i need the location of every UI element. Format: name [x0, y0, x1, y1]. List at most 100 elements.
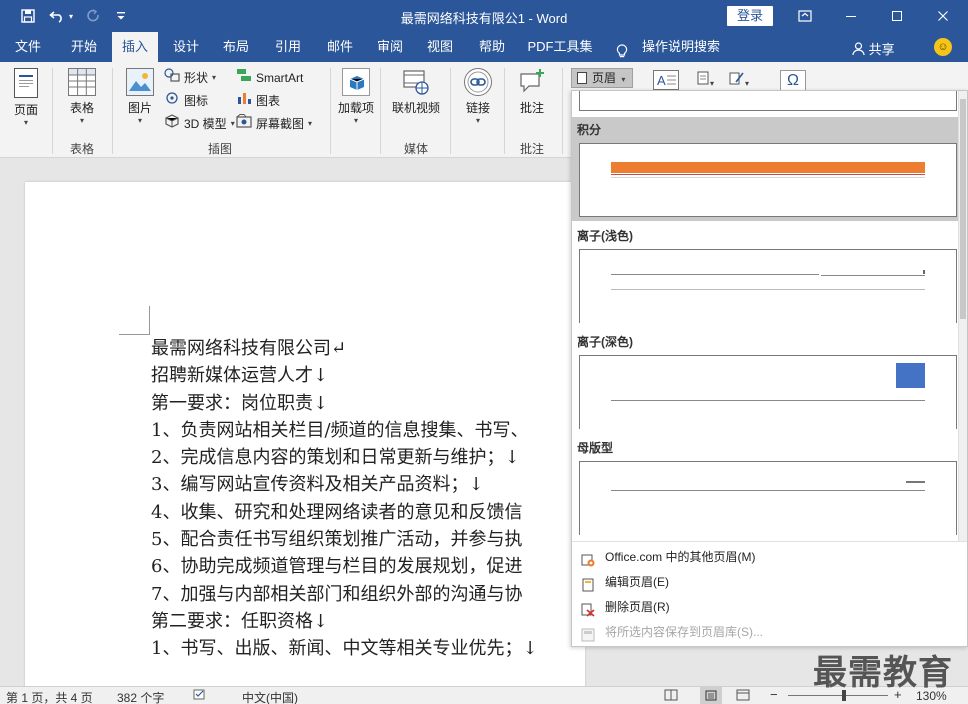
table-label: 表格: [69, 101, 94, 115]
gallery-item-title: 离子(浅色): [577, 229, 633, 243]
print-layout-icon[interactable]: [700, 687, 722, 704]
gallery-scroll-thumb[interactable]: [960, 99, 966, 319]
picture-button[interactable]: 图片 ▾: [120, 68, 160, 125]
share-button[interactable]: 共享: [852, 39, 895, 59]
ribbon-separator: [52, 68, 53, 154]
doc-line[interactable]: 第一要求：岗位职责↓: [151, 390, 591, 417]
doc-line[interactable]: 招聘新媒体运营人才↓: [151, 362, 591, 389]
signature-line-button[interactable]: ▾: [724, 70, 754, 89]
maximize-icon[interactable]: [874, 0, 920, 32]
chart-button[interactable]: 图表: [236, 91, 280, 111]
smiley-feedback-icon[interactable]: ☺: [934, 38, 952, 56]
tab-insert[interactable]: 插入: [112, 32, 158, 62]
addins-button[interactable]: 加载项 ▾: [336, 68, 376, 125]
tab-design[interactable]: 设计: [164, 32, 208, 62]
proofing-icon[interactable]: [193, 689, 207, 704]
comment-label: 批注: [519, 101, 544, 115]
picture-icon: [126, 68, 154, 96]
screenshot-button[interactable]: 屏幕截图 ▾: [236, 114, 312, 134]
tables-group-label: 表格: [69, 142, 94, 156]
redo-icon: [82, 6, 104, 26]
doc-line[interactable]: 5、配合责任书写组织策划推广活动，并参与执: [151, 526, 591, 553]
save-icon[interactable]: [17, 6, 39, 26]
signature-icon: [729, 72, 745, 89]
svg-text:A: A: [657, 73, 666, 88]
online-video-icon: [402, 68, 430, 96]
comment-button[interactable]: 批注: [512, 68, 552, 116]
more-headers-office-com[interactable]: Office.com 中的其他页眉(M): [572, 545, 967, 570]
textbox-icon: A: [653, 70, 679, 90]
zoom-out-icon[interactable]: −: [770, 687, 778, 702]
share-label: 共享: [868, 42, 895, 57]
gallery-item-ion-dark[interactable]: 离子(深色): [572, 329, 958, 433]
edit-header[interactable]: 编辑页眉(E): [572, 570, 967, 595]
doc-line[interactable]: 7、加强与内部相关部门和组织外部的沟通与协: [151, 581, 591, 608]
tab-view[interactable]: 视图: [418, 32, 462, 62]
links-button[interactable]: 链接 ▾: [458, 68, 498, 125]
doc-line[interactable]: 1、书写、出版、新闻、中文等相关专业优先；↓: [151, 635, 591, 662]
tell-me-search[interactable]: 操作说明搜索: [614, 32, 730, 62]
quick-parts-icon: [696, 71, 710, 89]
tab-review[interactable]: 审阅: [368, 32, 412, 62]
document-page[interactable]: 最需网络科技有限公司↵ 招聘新媒体运营人才↓ 第一要求：岗位职责↓ 1、负责网站…: [25, 182, 585, 702]
doc-line[interactable]: 1、负责网站相关栏目/频道的信息搜集、书写、: [151, 417, 591, 444]
tab-help[interactable]: 帮助: [470, 32, 514, 62]
shapes-button[interactable]: 形状 ▾: [164, 68, 216, 88]
language-indicator[interactable]: 中文(中国): [242, 689, 298, 704]
pages-button[interactable]: 页面 ▾: [6, 68, 46, 127]
tab-layout[interactable]: 布局: [214, 32, 258, 62]
tab-references[interactable]: 引用: [266, 32, 310, 62]
tab-pdf-tools[interactable]: PDF工具集: [524, 32, 596, 62]
gallery-item-ion-light[interactable]: 离子(浅色): [572, 223, 958, 327]
screenshot-label: 屏幕截图: [256, 117, 305, 131]
tab-home[interactable]: 开始: [58, 32, 110, 62]
online-video-label: 联机视频: [391, 101, 440, 115]
delete-header[interactable]: 删除页眉(R): [572, 595, 967, 620]
doc-line[interactable]: 2、完成信息内容的策划和日常更新与维护；↓: [151, 444, 591, 471]
gallery-scrollbar[interactable]: [958, 91, 967, 541]
minimize-icon[interactable]: [828, 0, 874, 32]
footer-item-label: 删除页眉(R): [605, 600, 670, 614]
links-label: 链接: [465, 101, 490, 115]
link-icon: [464, 68, 492, 96]
undo-dropdown-icon[interactable]: ▾: [65, 6, 77, 26]
word-count[interactable]: 382 个字: [117, 689, 164, 704]
gallery-item-integral[interactable]: 积分: [572, 117, 958, 221]
office-icon: [581, 551, 595, 567]
title-bar: ▾ 最需网络科技有限公1 - Word 登录: [0, 0, 968, 32]
header-dropdown-button[interactable]: 页眉 ▾: [571, 68, 633, 88]
doc-line[interactable]: 最需网络科技有限公司↵: [151, 335, 591, 362]
doc-line[interactable]: 第二要求：任职资格↓: [151, 608, 591, 635]
ribbon-separator: [504, 68, 505, 154]
doc-line[interactable]: 4、收集、研究和处理网络读者的意见和反馈信: [151, 499, 591, 526]
doc-line[interactable]: 6、协助完成频道管理与栏目的发展规划，促进: [151, 553, 591, 580]
login-button[interactable]: 登录: [727, 6, 773, 26]
gallery-item-master[interactable]: 母版型: [572, 435, 958, 539]
close-icon[interactable]: [920, 0, 966, 32]
customize-qat-icon[interactable]: [110, 6, 132, 26]
save-selection-to-header-gallery: 将所选内容保存到页眉库(S)...: [572, 620, 967, 645]
screenshot-icon: [236, 114, 252, 134]
delete-header-icon: [581, 601, 595, 617]
ribbon-display-icon[interactable]: [782, 0, 828, 32]
gallery-thumbnail[interactable]: [579, 91, 957, 111]
doc-line[interactable]: 3、编写网站宣传资料及相关产品资料；↓: [151, 471, 591, 498]
document-body[interactable]: 最需网络科技有限公司↵ 招聘新媒体运营人才↓ 第一要求：岗位职责↓ 1、负责网站…: [151, 335, 591, 663]
zoom-slider[interactable]: [788, 695, 888, 696]
table-button[interactable]: 表格 ▾: [62, 68, 102, 125]
quick-parts-button[interactable]: ▾: [694, 70, 716, 89]
person-icon: [852, 42, 865, 59]
3d-model-button[interactable]: 3D 模型 ▾: [164, 114, 235, 134]
header-gallery: 积分 离子(浅色) 离子(深色) 母版型 Office.com 中的其他页眉(M…: [571, 90, 968, 647]
web-layout-icon[interactable]: [736, 689, 750, 704]
smartart-button[interactable]: SmartArt: [236, 68, 303, 88]
smartart-icon: [236, 68, 252, 88]
page-count[interactable]: 第 1 页，共 4 页: [6, 689, 93, 704]
comment-icon: [518, 68, 546, 96]
read-mode-icon[interactable]: [664, 689, 678, 704]
tab-mailings[interactable]: 邮件: [318, 32, 362, 62]
pages-label: 页面: [13, 103, 38, 117]
icons-button[interactable]: 图标: [164, 91, 208, 111]
online-video-button[interactable]: 联机视频: [388, 68, 444, 116]
tab-file[interactable]: 文件: [4, 32, 52, 62]
